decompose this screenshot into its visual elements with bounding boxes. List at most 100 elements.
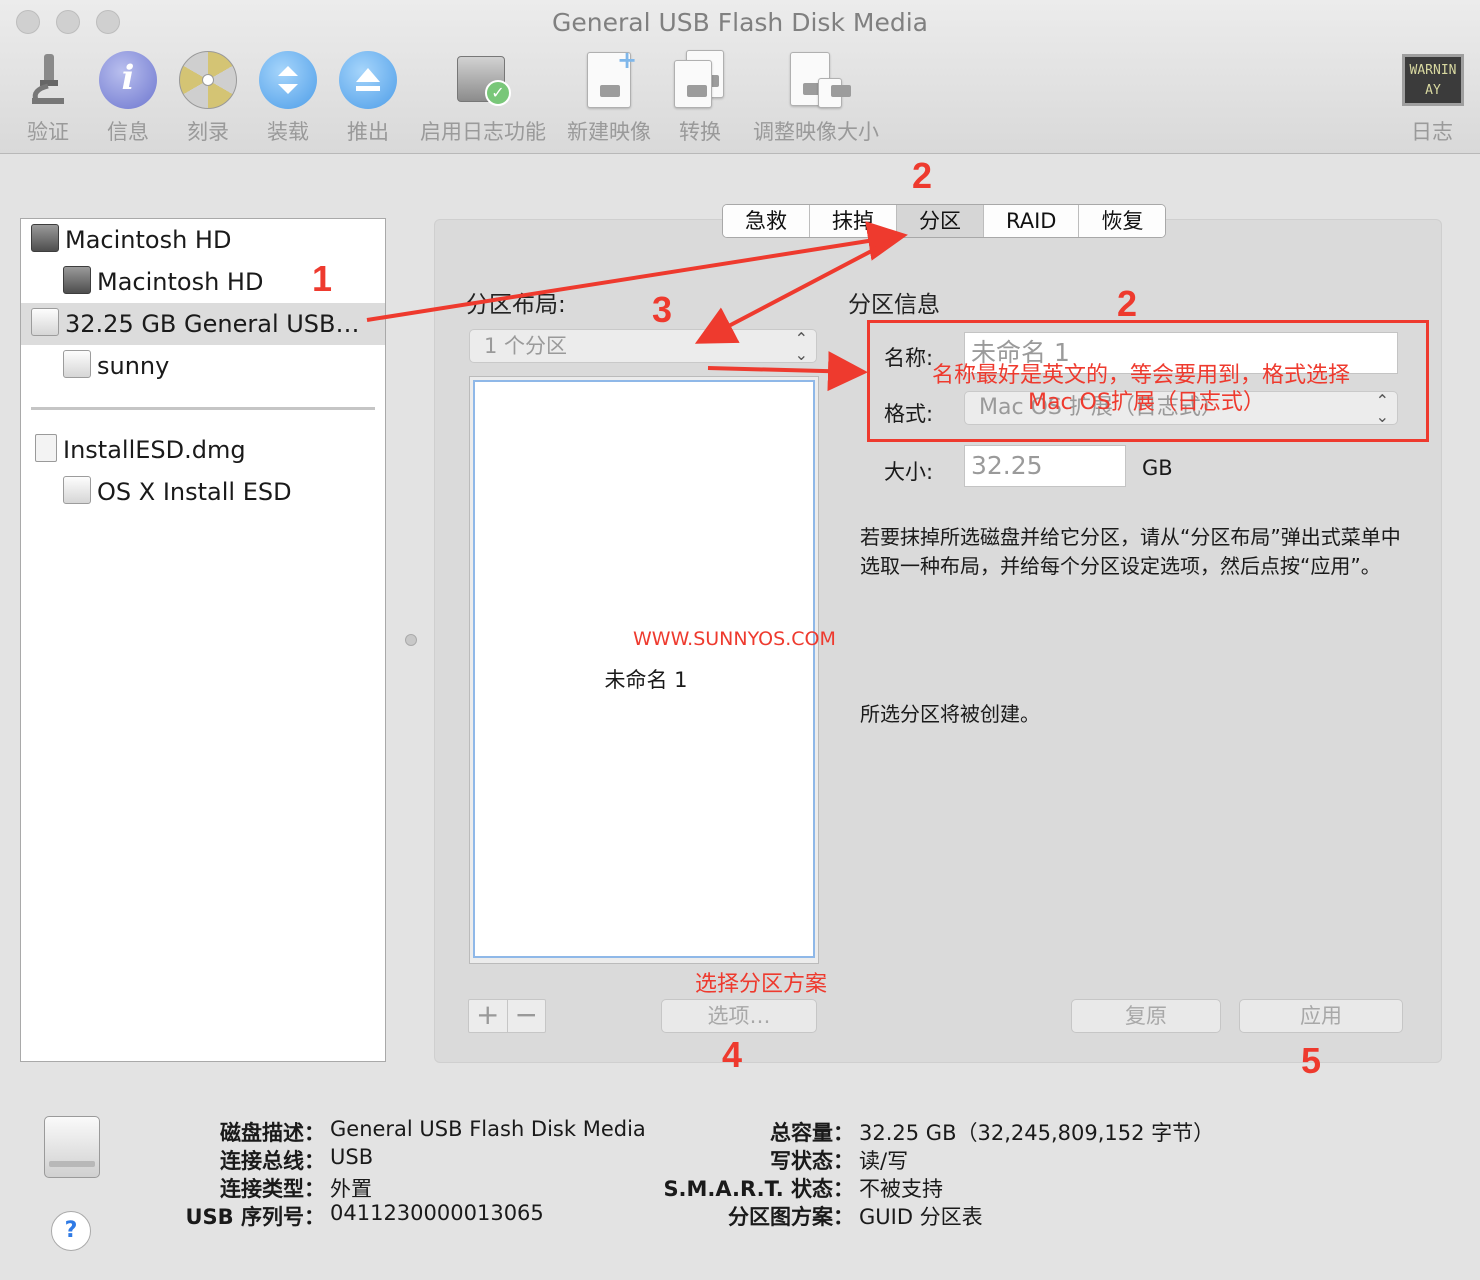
log-icon-text: AY 7:36	[1425, 83, 1441, 98]
partition-info-title: 分区信息	[848, 292, 940, 318]
partition-layout-map: 未命名 1	[469, 376, 819, 964]
sidebar-item-installesd-dmg[interactable]: InstallESD.dmg	[21, 429, 385, 471]
toolbar-mount-button[interactable]: 装载	[256, 50, 320, 146]
usb-disk-icon	[31, 308, 59, 336]
toolbar-label: 新建映像	[567, 120, 651, 144]
smart-status-key: S.M.A.R.T. 状态：	[663, 1177, 854, 1201]
total-capacity-value: 32.25 GB（32,245,809,152 字节）	[859, 1121, 1215, 1145]
disk-description-key: 磁盘描述：	[220, 1121, 325, 1145]
tab-first-aid[interactable]: 急救	[723, 205, 810, 237]
partition-status: 所选分区将被创建。	[860, 702, 1040, 726]
options-button[interactable]: 选项…	[661, 999, 817, 1033]
split-view-handle[interactable]	[405, 634, 417, 646]
connection-type-key: 连接类型：	[220, 1177, 325, 1201]
toolbar-label: 调整映像大小	[753, 120, 879, 144]
toolbar-burn-button[interactable]: 刻录	[176, 50, 240, 146]
burn-icon	[178, 50, 238, 110]
apply-button[interactable]: 应用	[1239, 999, 1403, 1033]
info-icon: i	[98, 50, 158, 110]
toolbar-eject-button[interactable]: 推出	[336, 50, 400, 146]
size-label: 大小:	[884, 460, 934, 484]
annotation-choose-scheme: 选择分区方案	[695, 972, 828, 997]
annotation-step-1: 1	[312, 258, 333, 299]
toolbar-label: 推出	[347, 120, 389, 144]
sidebar-item-label: InstallESD.dmg	[63, 436, 246, 464]
partition-layout-title: 分区布局:	[466, 292, 566, 318]
toolbar-label: 刻录	[187, 120, 229, 144]
dmg-file-icon	[35, 434, 57, 462]
toolbar-label: 日志	[1411, 120, 1453, 144]
disk-sidebar: Macintosh HD Macintosh HD 32.25 GB Gener…	[20, 218, 386, 1062]
toolbar-label: 验证	[27, 120, 69, 144]
help-button[interactable]: ?	[51, 1211, 91, 1251]
toolbar-log-button[interactable]: WARNIN AY 7:36 日志	[1400, 50, 1464, 146]
log-icon-text: WARNIN	[1409, 63, 1457, 78]
hard-disk-icon	[63, 266, 91, 294]
annotation-step-2-tab: 2	[912, 155, 933, 196]
new-image-icon: +	[579, 46, 639, 110]
size-unit: GB	[1142, 456, 1173, 480]
usb-serial-value: 0411230000013065	[330, 1201, 544, 1225]
annotation-step-2-box: 2	[1117, 283, 1138, 324]
sidebar-item-label: Macintosh HD	[97, 268, 264, 296]
usb-disk-icon	[63, 476, 91, 504]
partition-block[interactable]: 未命名 1	[473, 380, 815, 958]
eject-icon	[338, 50, 398, 110]
add-partition-button[interactable]: +	[469, 1000, 508, 1032]
connection-type-value: 外置	[330, 1177, 372, 1201]
sidebar-item-usb-disk[interactable]: 32.25 GB General USB…	[21, 303, 385, 345]
toolbar-label: 装载	[267, 120, 309, 144]
total-capacity-key: 总容量：	[770, 1121, 854, 1145]
sidebar-item-label: OS X Install ESD	[97, 478, 292, 506]
write-status-key: 写状态：	[770, 1149, 854, 1173]
tab-partition[interactable]: 分区	[897, 205, 984, 237]
partition-instructions: 若要抹掉所选磁盘并给它分区，请从“分区布局”弹出式菜单中选取一种布局，并给每个分…	[860, 525, 1401, 578]
annotation-step-3: 3	[652, 289, 673, 330]
annotation-step-4: 4	[722, 1034, 743, 1075]
hard-disk-icon	[31, 224, 59, 252]
usb-serial-key: USB 序列号：	[185, 1205, 326, 1229]
toolbar-new-image-button[interactable]: + 新建映像	[562, 46, 656, 146]
convert-icon	[670, 50, 730, 110]
toolbar-convert-button[interactable]: 转换	[668, 50, 732, 146]
connection-bus-value: USB	[330, 1145, 374, 1169]
usb-disk-large-icon	[44, 1116, 100, 1178]
window-toolbar: General USB Flash Disk Media 验证 i 信息 刻录	[0, 0, 1480, 154]
log-icon: WARNIN AY 7:36	[1402, 50, 1464, 110]
toolbar-info-button[interactable]: i 信息	[96, 50, 160, 146]
remove-partition-button[interactable]: −	[508, 1000, 546, 1032]
toolbar-verify-button[interactable]: 验证	[16, 50, 80, 146]
partition-layout-popup[interactable]: 1 个分区 ⌃ ⌄	[469, 329, 817, 363]
mount-icon	[258, 50, 318, 110]
sidebar-item-os-x-install-esd[interactable]: OS X Install ESD	[21, 471, 385, 513]
chevron-up-down-icon: ⌃ ⌄	[794, 329, 808, 364]
usb-disk-icon	[63, 350, 91, 378]
partition-scheme-key: 分区图方案：	[728, 1205, 854, 1229]
resize-image-icon	[786, 50, 851, 110]
tab-raid[interactable]: RAID	[984, 205, 1080, 237]
connection-bus-key: 连接总线：	[220, 1149, 325, 1173]
tab-bar: 急救 抹掉 分区 RAID 恢复	[722, 204, 1167, 238]
toolbar-enable-journaling-button[interactable]: ✓ 启用日志功能	[414, 50, 552, 146]
toolbar-label: 转换	[679, 120, 721, 144]
sidebar-item-macintosh-hd-disk[interactable]: Macintosh HD	[21, 219, 385, 261]
microscope-icon	[18, 50, 78, 110]
window-title: General USB Flash Disk Media	[552, 8, 928, 37]
disk-description-value: General USB Flash Disk Media	[330, 1117, 646, 1141]
size-field[interactable]: 32.25	[964, 445, 1126, 487]
watermark-text: WWW.SUNNYOS.COM	[633, 628, 836, 650]
sidebar-item-sunny[interactable]: sunny	[21, 345, 385, 387]
toolbar-resize-image-button[interactable]: 调整映像大小	[748, 50, 884, 146]
enable-journaling-icon: ✓	[453, 50, 513, 110]
write-status-value: 读/写	[859, 1149, 909, 1173]
tab-erase[interactable]: 抹掉	[810, 205, 897, 237]
sidebar-divider	[31, 407, 375, 410]
toolbar-label: 信息	[107, 120, 149, 144]
annotation-note-line-2: Mac OS扩展（日志式）	[1028, 390, 1265, 415]
partition-scheme-value: GUID 分区表	[859, 1205, 983, 1229]
sidebar-item-label: Macintosh HD	[65, 226, 232, 254]
revert-button[interactable]: 复原	[1071, 999, 1221, 1033]
smart-status-value: 不被支持	[859, 1177, 943, 1201]
tab-restore[interactable]: 恢复	[1079, 205, 1166, 237]
annotation-step-5: 5	[1301, 1040, 1322, 1081]
